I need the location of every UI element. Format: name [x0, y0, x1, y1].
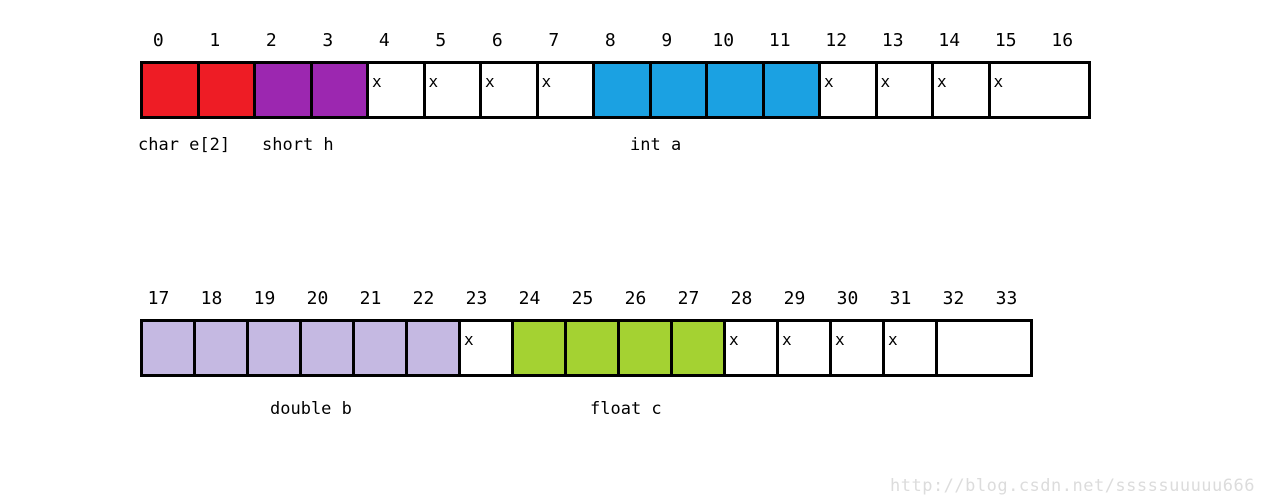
byte-index: 10 — [695, 30, 752, 51]
byte-index: 4 — [356, 30, 413, 51]
byte-cell — [143, 64, 200, 116]
byte-index: 9 — [639, 30, 696, 51]
label-int-a: int a — [630, 135, 681, 155]
byte-indices-row-2: 1718192021222324252627282930313233 — [140, 288, 1033, 309]
byte-cell: x — [832, 322, 885, 374]
byte-index: 33 — [980, 288, 1033, 309]
byte-cell — [514, 322, 567, 374]
byte-index: 12 — [808, 30, 865, 51]
byte-index: 2 — [243, 30, 300, 51]
byte-cell: x — [934, 64, 991, 116]
byte-index: 26 — [609, 288, 662, 309]
byte-index: 23 — [450, 288, 503, 309]
byte-cell: x — [991, 64, 1048, 116]
byte-index: 30 — [821, 288, 874, 309]
byte-index: 13 — [865, 30, 922, 51]
byte-index: 15 — [978, 30, 1035, 51]
byte-cell: x — [821, 64, 878, 116]
byte-cell: x — [426, 64, 483, 116]
byte-cell — [708, 64, 765, 116]
byte-index: 16 — [1034, 30, 1091, 51]
byte-cell: x — [461, 322, 514, 374]
byte-index: 17 — [132, 288, 185, 309]
byte-index: 18 — [185, 288, 238, 309]
byte-cell — [673, 322, 726, 374]
byte-cell: x — [885, 322, 938, 374]
byte-cell — [313, 64, 370, 116]
byte-cell — [249, 322, 302, 374]
byte-cell: x — [482, 64, 539, 116]
byte-cell — [200, 64, 257, 116]
byte-cell — [143, 322, 196, 374]
byte-cell — [567, 322, 620, 374]
byte-index: 6 — [469, 30, 526, 51]
byte-index: 20 — [291, 288, 344, 309]
byte-index: 24 — [503, 288, 556, 309]
byte-index: 3 — [300, 30, 357, 51]
byte-row-1: 012345678910111213141516 xxxxxxxx char e… — [140, 30, 1091, 175]
byte-cell — [196, 322, 249, 374]
label-float-c: float c — [590, 399, 662, 419]
byte-cell — [408, 322, 461, 374]
byte-cell — [765, 64, 822, 116]
label-char-e: char e[2] — [138, 135, 230, 155]
byte-cell: x — [539, 64, 596, 116]
label-double-b: double b — [270, 399, 352, 419]
byte-cell — [652, 64, 709, 116]
byte-cell: x — [878, 64, 935, 116]
watermark: http://blog.csdn.net/sssssuuuuu666 — [890, 476, 1255, 496]
byte-index: 19 — [238, 288, 291, 309]
byte-index: 25 — [556, 288, 609, 309]
byte-cell — [355, 322, 408, 374]
byte-cells-row-1: xxxxxxxx — [140, 61, 1091, 119]
byte-indices-row-1: 012345678910111213141516 — [140, 30, 1091, 51]
label-short-h: short h — [262, 135, 334, 155]
byte-cells-row-2: xxxxx — [140, 319, 1033, 377]
byte-index: 11 — [752, 30, 809, 51]
byte-index: 21 — [344, 288, 397, 309]
byte-row-2: 1718192021222324252627282930313233 xxxxx… — [140, 288, 1033, 439]
byte-index: 32 — [927, 288, 980, 309]
byte-index: 22 — [397, 288, 450, 309]
byte-cell: x — [369, 64, 426, 116]
byte-index: 1 — [187, 30, 244, 51]
byte-index: 5 — [413, 30, 470, 51]
byte-cell — [938, 322, 991, 374]
byte-index: 0 — [130, 30, 187, 51]
byte-cell: x — [726, 322, 779, 374]
byte-index: 27 — [662, 288, 715, 309]
byte-cell — [256, 64, 313, 116]
byte-cell: x — [779, 322, 832, 374]
byte-index: 28 — [715, 288, 768, 309]
byte-index: 8 — [582, 30, 639, 51]
byte-index: 29 — [768, 288, 821, 309]
byte-index: 7 — [526, 30, 583, 51]
byte-cell — [302, 322, 355, 374]
byte-cell — [620, 322, 673, 374]
byte-index: 31 — [874, 288, 927, 309]
byte-cell — [595, 64, 652, 116]
byte-index: 14 — [921, 30, 978, 51]
